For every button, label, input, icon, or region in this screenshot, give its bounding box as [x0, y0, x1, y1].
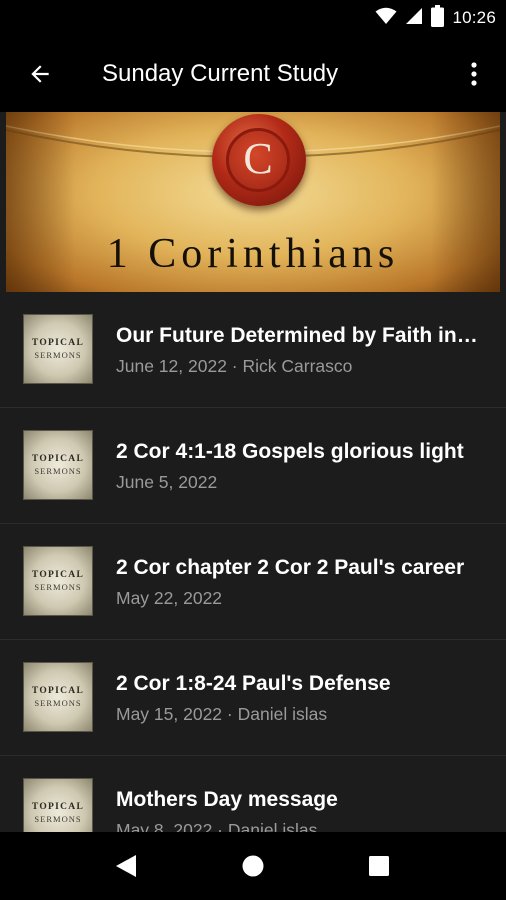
list-item[interactable]: TOPICAL SERMONS Our Future Determined by… [0, 292, 506, 408]
thumbnail-line1: TOPICAL [31, 338, 85, 348]
thumbnail-line1: TOPICAL [31, 686, 85, 696]
back-triangle-icon [116, 855, 136, 877]
sermon-subtitle: June 12, 2022 · Rick Carrasco [116, 356, 353, 376]
seal-letter: C [243, 134, 273, 183]
status-bar: 10:26 [0, 0, 506, 36]
page-title: Sunday Current Study [102, 60, 339, 87]
sermon-thumbnail: TOPICAL SERMONS [23, 662, 93, 732]
signal-icon [405, 7, 423, 30]
thumbnail-line2: SERMONS [34, 698, 82, 708]
wax-seal: C [212, 114, 306, 206]
nav-recents-button[interactable] [359, 848, 399, 884]
recents-square-icon [369, 856, 389, 876]
sermon-subtitle: May 22, 2022 [116, 588, 223, 608]
series-banner: C 1 Corinthians [6, 112, 500, 292]
list-item[interactable]: TOPICAL SERMONS 2 Cor chapter 2 Cor 2 Pa… [0, 524, 506, 640]
nav-back-button[interactable] [106, 848, 146, 884]
wifi-icon [375, 7, 397, 30]
list-item[interactable]: TOPICAL SERMONS Mothers Day message May … [0, 756, 506, 832]
thumbnail-line2: SERMONS [34, 466, 82, 476]
sermon-subtitle: May 15, 2022 · Daniel islas [116, 704, 328, 724]
thumbnail-line1: TOPICAL [31, 454, 85, 464]
sermon-title: Our Future Determined by Faith in Christ [116, 324, 482, 347]
sermon-title: 2 Cor 4:1-18 Gospels glorious light [116, 440, 464, 463]
nav-home-button[interactable] [233, 848, 273, 884]
thumbnail-line2: SERMONS [34, 350, 82, 360]
sermon-list: TOPICAL SERMONS Our Future Determined by… [0, 292, 506, 832]
sermon-title: Mothers Day message [116, 788, 338, 811]
thumbnail-line2: SERMONS [34, 582, 82, 592]
battery-icon [431, 4, 445, 32]
thumbnail-line1: TOPICAL [31, 570, 85, 580]
home-circle-icon [242, 855, 264, 877]
status-time: 10:26 [452, 8, 496, 27]
back-button[interactable] [18, 52, 62, 96]
sermon-subtitle: June 5, 2022 [116, 472, 218, 492]
more-vert-icon [471, 62, 477, 86]
sermon-thumbnail: TOPICAL SERMONS [23, 430, 93, 500]
banner-title: 1 Corinthians [106, 231, 400, 277]
sermon-thumbnail: TOPICAL SERMONS [23, 778, 93, 832]
sermon-subtitle: May 8, 2022 · Daniel islas [116, 820, 318, 832]
arrow-back-icon [31, 65, 49, 83]
list-item[interactable]: TOPICAL SERMONS 2 Cor 4:1-18 Gospels glo… [0, 408, 506, 524]
system-nav-bar [0, 832, 506, 900]
thumbnail-line1: TOPICAL [31, 802, 85, 812]
app-bar: Sunday Current Study [0, 36, 506, 112]
sermon-thumbnail: TOPICAL SERMONS [23, 314, 93, 384]
sermon-title: 2 Cor 1:8-24 Paul's Defense [116, 672, 391, 695]
status-icons: 10:26 [375, 4, 496, 32]
list-item[interactable]: TOPICAL SERMONS 2 Cor 1:8-24 Paul's Defe… [0, 640, 506, 756]
overflow-menu-button[interactable] [454, 52, 494, 96]
sermon-title: 2 Cor chapter 2 Cor 2 Paul's career [116, 556, 465, 579]
thumbnail-line2: SERMONS [34, 814, 82, 824]
sermon-thumbnail: TOPICAL SERMONS [23, 546, 93, 616]
